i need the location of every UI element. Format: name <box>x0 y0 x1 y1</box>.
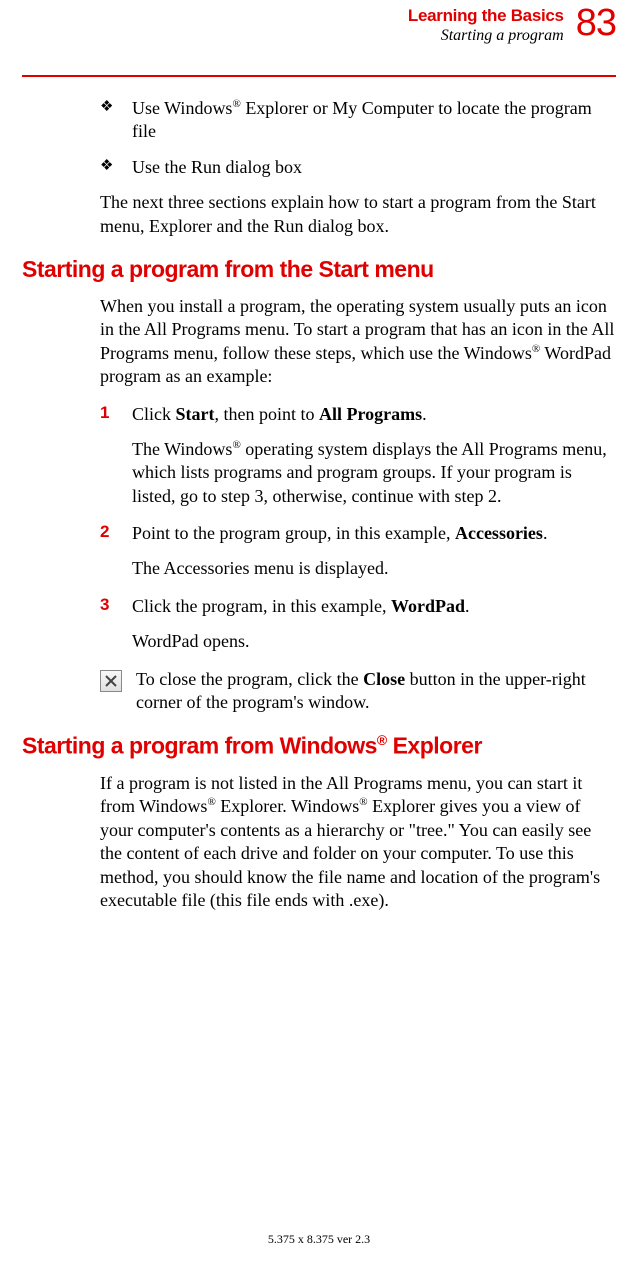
steps-list: 1 Click Start, then point to All Program… <box>100 403 616 654</box>
step-result: WordPad opens. <box>132 630 616 653</box>
section-title: Starting a program <box>408 27 564 45</box>
bullet-text: Use Windows® Explorer or My Computer to … <box>132 98 592 141</box>
footer-text: 5.375 x 8.375 ver 2.3 <box>0 1232 638 1247</box>
close-icon <box>100 670 122 692</box>
close-tip-text: To close the program, click the Close bu… <box>136 668 616 715</box>
step-result: The Windows® operating system displays t… <box>132 438 616 508</box>
step-text: Click Start, then point to All Programs. <box>132 403 616 426</box>
heading-explorer: Starting a program from Windows® Explore… <box>22 732 616 760</box>
intro-paragraph: The next three sections explain how to s… <box>100 191 616 238</box>
close-tip-row: To close the program, click the Close bu… <box>100 668 616 715</box>
step-number: 1 <box>100 403 109 423</box>
page-number: 83 <box>576 4 616 42</box>
bullet-item: Use Windows® Explorer or My Computer to … <box>100 97 616 144</box>
header-text-block: Learning the Basics Starting a program <box>408 4 564 45</box>
chapter-title: Learning the Basics <box>408 6 564 26</box>
page-header: Learning the Basics Starting a program 8… <box>0 0 638 45</box>
page-content: Use Windows® Explorer or My Computer to … <box>0 77 638 912</box>
bullet-list: Use Windows® Explorer or My Computer to … <box>100 97 616 179</box>
step-item: 1 Click Start, then point to All Program… <box>100 403 616 509</box>
bullet-text: Use the Run dialog box <box>132 157 302 177</box>
step-result: The Accessories menu is displayed. <box>132 557 616 580</box>
step-item: 2 Point to the program group, in this ex… <box>100 522 616 581</box>
start-menu-paragraph: When you install a program, the operatin… <box>100 295 616 389</box>
explorer-paragraph: If a program is not listed in the All Pr… <box>100 772 616 912</box>
step-text: Point to the program group, in this exam… <box>132 522 616 545</box>
bullet-item: Use the Run dialog box <box>100 156 616 179</box>
heading-start-menu: Starting a program from the Start menu <box>22 256 616 283</box>
step-number: 3 <box>100 595 109 615</box>
step-number: 2 <box>100 522 109 542</box>
step-item: 3 Click the program, in this example, Wo… <box>100 595 616 654</box>
step-text: Click the program, in this example, Word… <box>132 595 616 618</box>
